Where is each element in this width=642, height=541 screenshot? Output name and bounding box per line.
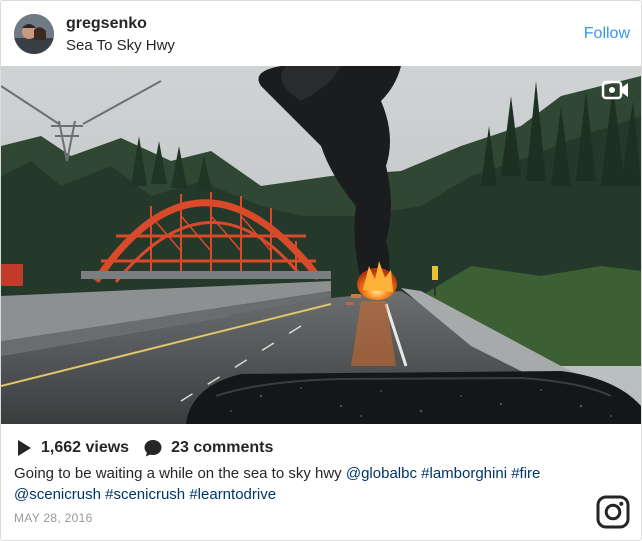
post-date[interactable]: MAY 28, 2016 <box>14 511 93 525</box>
post-header: gregsenko Sea To Sky Hwy Follow <box>1 1 641 65</box>
location-link[interactable]: Sea To Sky Hwy <box>66 37 175 54</box>
username[interactable]: gregsenko <box>66 15 147 33</box>
comment-count[interactable]: 23 comments <box>171 439 273 457</box>
video-camera-icon <box>601 80 628 100</box>
hashtag-link[interactable]: #learntodrive <box>189 486 276 503</box>
avatar[interactable] <box>14 14 54 54</box>
instagram-post-card: gregsenko Sea To Sky Hwy Follow 1,662 vi… <box>0 0 642 541</box>
play-icon <box>18 440 31 456</box>
engagement-stats: 1,662 views 23 comments <box>15 437 273 459</box>
view-count: 1,662 views <box>41 439 130 456</box>
hashtag-link[interactable]: #lamborghini <box>421 465 507 482</box>
road-fire-scene <box>1 66 641 424</box>
comment-bubble-icon[interactable] <box>143 438 163 458</box>
post-caption: Going to be waiting a while on the sea t… <box>14 463 614 505</box>
post-video[interactable] <box>1 66 641 424</box>
caption-text: Going to be waiting a while on the sea t… <box>14 465 346 482</box>
mention-link[interactable]: @scenicrush <box>14 486 101 503</box>
hashtag-link[interactable]: #fire <box>511 465 540 482</box>
follow-button[interactable]: Follow <box>584 25 630 43</box>
instagram-logo[interactable] <box>596 495 630 529</box>
hashtag-link[interactable]: #scenicrush <box>105 486 185 503</box>
mention-link[interactable]: @globalbc <box>346 465 417 482</box>
